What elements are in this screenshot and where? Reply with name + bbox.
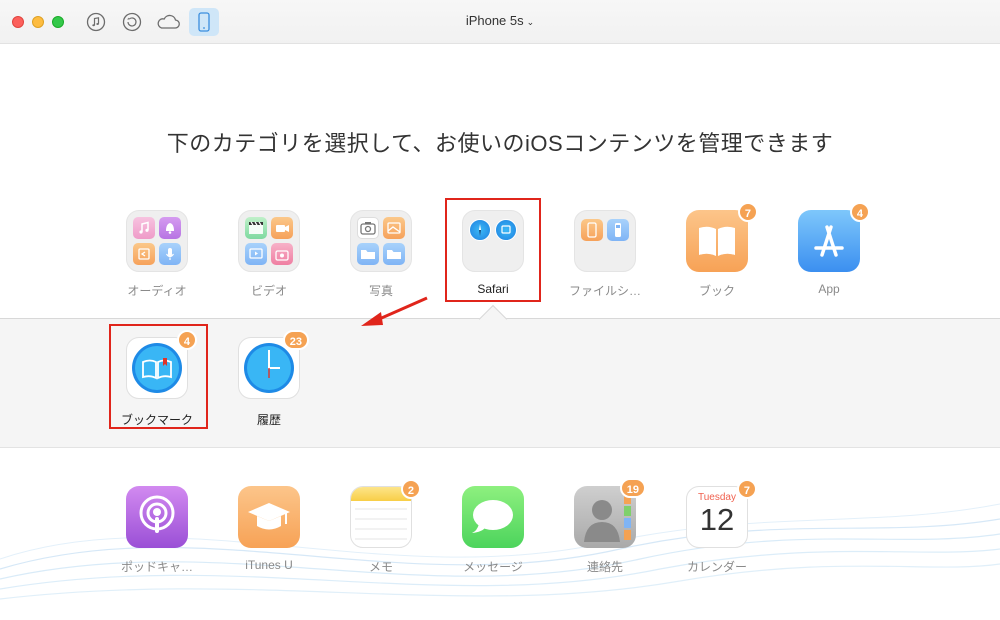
category-audio[interactable]: オーディオ [107, 210, 207, 299]
speech-bubble-icon [462, 486, 524, 548]
calendar-date: 12 [699, 502, 735, 537]
device-toolbar-button[interactable] [189, 8, 219, 36]
badge-count: 23 [282, 330, 309, 350]
clock-icon: 23 [238, 330, 309, 399]
device-name: iPhone 5s [465, 13, 524, 28]
badge-count: 19 [619, 478, 646, 498]
category-itunes-u[interactable]: iTunes U [219, 486, 319, 572]
iphone-icon [198, 12, 210, 32]
maximize-window-button[interactable] [52, 16, 64, 28]
category-label: ビデオ [250, 284, 287, 298]
cloud-toolbar-button[interactable] [154, 9, 182, 35]
category-label: カレンダー [686, 560, 747, 574]
device-selector[interactable]: iPhone 5s ⌄ [440, 13, 560, 28]
app-store-icon: 4 [798, 202, 870, 272]
badge-count: 4 [849, 202, 870, 222]
safari-item-label: 履歴 [256, 413, 281, 427]
contacts-icon: 19 [574, 478, 646, 548]
history-toolbar-button[interactable] [119, 9, 145, 35]
category-label: ポッドキャ… [120, 560, 193, 574]
video-folder-icon [238, 210, 300, 272]
safari-highlight-box [445, 198, 541, 302]
close-window-button[interactable] [12, 16, 24, 28]
bookmarks-highlight-box [109, 324, 208, 429]
category-app[interactable]: 4 App [779, 202, 879, 296]
notes-icon: 2 [350, 479, 421, 548]
category-messages[interactable]: メッセージ [443, 486, 543, 575]
category-label: iTunes U [245, 558, 293, 572]
file-system-folder-icon [574, 210, 636, 272]
category-label: メッセージ [463, 560, 523, 574]
podcast-icon [126, 486, 188, 548]
category-photos[interactable]: 写真 [331, 210, 431, 299]
music-note-icon [86, 12, 106, 32]
category-label: 連絡先 [586, 560, 623, 574]
safari-item-history[interactable]: 23 履歴 [219, 330, 319, 428]
cloud-icon [157, 14, 180, 29]
audio-folder-icon [126, 210, 188, 272]
category-label: メモ [368, 560, 393, 574]
category-notes[interactable]: 2 メモ [331, 479, 431, 575]
category-video[interactable]: ビデオ [219, 210, 319, 299]
category-calendar[interactable]: Tuesday 12 7 カレンダー [667, 479, 767, 575]
calendar-icon: Tuesday 12 7 [686, 479, 757, 548]
chevron-down-icon: ⌄ [526, 17, 535, 27]
badge-count: 2 [400, 479, 421, 499]
category-podcasts[interactable]: ポッドキャ… [107, 486, 207, 575]
book-icon: 7 [686, 202, 758, 272]
category-contacts[interactable]: 19 連絡先 [555, 478, 655, 575]
graduation-cap-icon [238, 486, 300, 548]
badge-count: 7 [736, 479, 757, 499]
minimize-window-button[interactable] [32, 16, 44, 28]
history-icon [122, 12, 142, 32]
page-heading: 下のカテゴリを選択して、お使いのiOSコンテンツを管理できます [166, 131, 834, 156]
pointer-arrow-icon [361, 296, 428, 326]
app-window: iPhone 5s ⌄ 下のカテゴリを選択して、お使いのiOSコンテンツを管理でき… [0, 0, 1000, 620]
category-label: App [818, 282, 840, 296]
category-label: ファイルシ… [568, 284, 641, 298]
category-file-system[interactable]: ファイルシ… [555, 210, 655, 299]
category-books[interactable]: 7 ブック [667, 202, 767, 299]
category-label: ブック [698, 284, 735, 298]
category-label: オーディオ [127, 284, 187, 298]
photos-folder-icon [350, 210, 412, 272]
music-toolbar-button[interactable] [83, 9, 109, 35]
title-bar: iPhone 5s ⌄ [0, 0, 1000, 44]
badge-count: 7 [737, 202, 758, 222]
